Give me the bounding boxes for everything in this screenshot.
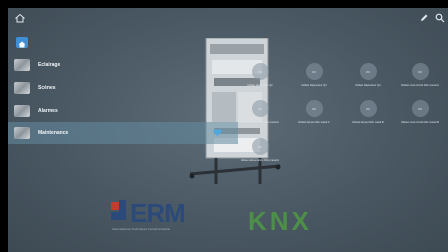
status-tile-indicator: I/O: [359, 100, 377, 117]
status-tile[interactable]: I/O Défaut lampe DALI canal B: [340, 100, 396, 124]
app-screen: ERM Automatismes Techniques Conseil Indu…: [8, 8, 448, 252]
status-tile-label: Défaut alimentation DALI canal A: [240, 159, 280, 162]
status-tile-indicator: I/O: [411, 100, 429, 117]
status-tile[interactable]: I/O Défaut court-circuit DALI canal A: [392, 63, 448, 87]
pencil-icon[interactable]: [418, 13, 430, 25]
status-tile[interactable]: I/O Défaut disjoncteur Q4: [340, 63, 396, 87]
erm-logo-mark: [111, 200, 126, 220]
erm-logo-subtitle: Automatismes Techniques Conseil Industri…: [112, 227, 171, 231]
menu-item-label: Scènes: [38, 85, 56, 91]
heart-icon: [213, 129, 222, 136]
status-tile-label: Défaut disjoncteur Q4: [355, 84, 381, 87]
status-tile-indicator: I/O: [251, 138, 269, 155]
menu-item-label: Alarmes: [38, 108, 58, 114]
menu-item-label: Maintenance: [38, 130, 69, 136]
search-icon[interactable]: [434, 13, 446, 25]
status-tile[interactable]: I/O Défaut disjoncteur Q2: [232, 63, 288, 87]
status-tile[interactable]: I/O Défaut lampe DALI canal A: [286, 100, 342, 124]
knx-logo: KNX: [248, 206, 312, 236]
menu-thumbnail: [14, 105, 30, 117]
menu-thumbnail: [14, 59, 30, 71]
status-tile-label: Défaut court-circuit DALI canal B: [401, 121, 439, 124]
status-tile-indicator: I/O: [305, 63, 323, 80]
status-tile-indicator: I/O: [305, 100, 323, 117]
status-tile-label: Défaut lampe DALI canal A: [298, 121, 330, 124]
status-tile[interactable]: I/O Défaut alimentation DALI canal A: [232, 138, 288, 162]
menu-item-maintenance[interactable]: Maintenance: [8, 122, 238, 144]
menu-item-alarmes[interactable]: Alarmes: [8, 100, 238, 122]
status-tile-label: Défaut disjoncteur Q2: [247, 84, 273, 87]
status-tile-indicator: I/O: [411, 63, 429, 80]
status-tile-indicator: I/O: [251, 100, 269, 117]
status-tile-label: Défaut disjoncteur Q3: [301, 84, 327, 87]
menu-item-eclairage[interactable]: Eclairage: [8, 54, 238, 76]
menu-thumbnail: [14, 127, 30, 139]
erm-logo: ERM: [130, 198, 186, 228]
status-tile[interactable]: I/O Défaut disjoncteur Q3: [286, 63, 342, 87]
menu-thumbnail: [14, 82, 30, 94]
status-tile[interactable]: I/O Défaut court-circuit DALI canal A: [232, 100, 288, 124]
status-tile-label: Défaut court-circuit DALI canal A: [401, 84, 439, 87]
home-tile[interactable]: [16, 37, 28, 48]
status-tile[interactable]: I/O Défaut court-circuit DALI canal B: [392, 100, 448, 124]
status-tile-indicator: I/O: [251, 63, 269, 80]
menu-item-scenes[interactable]: Scènes: [8, 77, 238, 99]
status-tile-label: Défaut court-circuit DALI canal A: [241, 121, 279, 124]
status-tile-label: Défaut lampe DALI canal B: [352, 121, 384, 124]
home-icon[interactable]: [14, 13, 26, 25]
menu-item-label: Eclairage: [38, 62, 61, 68]
status-tile-indicator: I/O: [359, 63, 377, 80]
